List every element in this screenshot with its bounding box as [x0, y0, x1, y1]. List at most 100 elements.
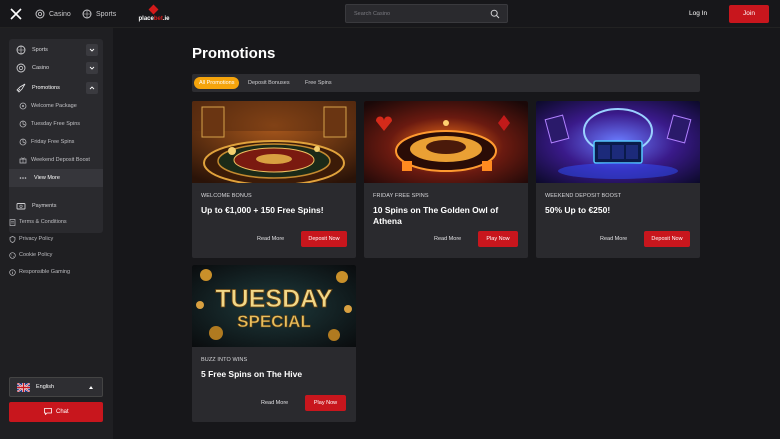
language-label: English: [36, 384, 55, 390]
promo-tag: FRIDAY FREE SPINS: [373, 193, 429, 199]
chat-bubble-icon: [44, 408, 52, 415]
promo-image-tuesday-special[interactable]: TUESDAY SPECIAL: [192, 265, 356, 347]
filter-deposit-bonuses[interactable]: Deposit Bonuses: [243, 77, 295, 89]
play-now-button[interactable]: Play Now: [478, 231, 518, 247]
promo-image-roulette[interactable]: [192, 101, 356, 183]
sidebar-item-payments[interactable]: Payments: [9, 197, 103, 215]
info-shield-icon: [9, 269, 16, 276]
read-more-link[interactable]: Read More: [257, 236, 284, 242]
spin-icon: [19, 138, 27, 146]
link-label: Responsible Gaming: [19, 269, 71, 275]
sidebar-sub-welcome-package[interactable]: Welcome Package: [9, 97, 103, 115]
sidebar-sub-label: Tuesday Free Spins: [31, 121, 81, 127]
top-nav-casino-label: Casino: [49, 10, 71, 18]
promo-tag: WELCOME BONUS: [201, 193, 252, 199]
sidebar-item-label: Casino: [32, 65, 50, 71]
filter-all-promotions[interactable]: All Promotions: [194, 77, 240, 89]
tuesday-image-text: TUESDAY: [215, 285, 332, 313]
sidebar-item-casino[interactable]: Casino: [9, 59, 103, 77]
promo-image-neon-slots[interactable]: [536, 101, 700, 183]
sidebar-sub-label: Friday Free Spins: [31, 139, 75, 145]
logo-diamond-icon: [148, 4, 159, 15]
chevron-down-icon[interactable]: [86, 62, 98, 74]
sidebar-item-promotions[interactable]: Promotions: [9, 79, 103, 97]
chevron-up-icon[interactable]: [86, 82, 98, 94]
language-selector[interactable]: English: [9, 377, 103, 397]
logo-wordmark: placebet.ie: [134, 16, 174, 22]
logo-part-bet: bet: [153, 16, 163, 22]
link-terms[interactable]: Terms & Conditions: [9, 218, 109, 230]
gift-gear-icon: [19, 102, 27, 110]
promo-tag: WEEKEND DEPOSIT BOOST: [545, 193, 622, 199]
promo-title: Up to €1,000 + 150 Free Spins!: [201, 205, 324, 215]
sidebar-item-label: Payments: [32, 203, 57, 209]
cookie-icon: [9, 252, 16, 259]
special-image-text: SPECIAL: [237, 312, 311, 331]
close-icon[interactable]: [9, 7, 23, 21]
promo-card-tuesday: TUESDAY SPECIAL BUZZ INTO WINS 5 Free Sp…: [192, 265, 356, 422]
document-icon: [9, 219, 16, 226]
logo-part-place: place: [138, 16, 154, 22]
gift-icon: [19, 157, 27, 164]
link-label: Terms & Conditions: [19, 219, 67, 225]
promo-card-weekend: WEEKEND DEPOSIT BOOST 50% Up to €250! Re…: [536, 101, 700, 258]
filter-free-spins[interactable]: Free Spins: [300, 77, 337, 89]
page-title: Promotions: [192, 45, 276, 62]
link-privacy[interactable]: Privacy Policy: [9, 235, 109, 247]
login-button[interactable]: Log In: [689, 10, 707, 17]
promo-title: 5 Free Spins on The Hive: [201, 369, 303, 379]
promo-title: 10 Spins on The Golden Owl of Athena: [373, 205, 499, 226]
play-now-button[interactable]: Play Now: [305, 395, 346, 411]
deposit-now-button[interactable]: Deposit Now: [644, 231, 690, 247]
promo-image-roulette-neon[interactable]: [364, 101, 528, 183]
sidebar-menu: Sports Casino Promotions Welcome Package…: [9, 39, 103, 233]
rocket-icon: [16, 83, 26, 93]
chat-label: Chat: [56, 409, 69, 415]
sidebar-item-label: Promotions: [32, 85, 60, 91]
sidebar-item-label: Sports: [32, 47, 48, 53]
sports-ball-icon: [16, 45, 26, 55]
chat-button[interactable]: Chat: [9, 402, 103, 422]
sidebar-item-sports[interactable]: Sports: [9, 41, 103, 59]
more-dots-icon: [19, 177, 27, 179]
link-responsible-gaming[interactable]: Responsible Gaming: [9, 268, 109, 280]
uk-flag-icon: [17, 383, 30, 392]
promo-tag: BUZZ INTO WINS: [201, 357, 248, 363]
join-button[interactable]: Join: [729, 5, 769, 23]
sidebar-sub-tuesday-free-spins[interactable]: Tuesday Free Spins: [9, 115, 103, 133]
top-nav-sports[interactable]: Sports: [82, 9, 116, 19]
promo-card-welcome: WELCOME BONUS Up to €1,000 + 150 Free Sp…: [192, 101, 356, 258]
read-more-link[interactable]: Read More: [261, 400, 288, 406]
casino-chip-icon: [16, 63, 26, 73]
sports-ball-icon: [82, 9, 92, 19]
sidebar-sub-weekend-deposit-boost[interactable]: Weekend Deposit Boost: [9, 151, 103, 169]
spin-icon: [19, 120, 27, 128]
search-placeholder: Search Casino: [354, 11, 391, 17]
chevron-down-icon[interactable]: [86, 44, 98, 56]
sidebar-sub-label: Weekend Deposit Boost: [31, 157, 90, 163]
sidebar-sub-label: Welcome Package: [31, 103, 77, 109]
search-icon[interactable]: [490, 9, 500, 19]
top-nav-casino[interactable]: Casino: [35, 9, 71, 19]
sidebar: Sports Casino Promotions Welcome Package…: [0, 28, 113, 439]
top-nav-sports-label: Sports: [96, 10, 117, 18]
caret-up-icon: [89, 386, 93, 389]
placebet-logo[interactable]: placebet.ie: [134, 4, 174, 24]
wallet-icon: [16, 203, 26, 210]
sidebar-sub-friday-free-spins[interactable]: Friday Free Spins: [9, 133, 103, 151]
sidebar-view-more[interactable]: View More: [9, 169, 103, 187]
top-bar: Casino Sports placebet.ie Search Casino …: [0, 0, 780, 28]
logo-part-ie: .ie: [162, 16, 170, 22]
read-more-link[interactable]: Read More: [434, 236, 461, 242]
link-cookie[interactable]: Cookie Policy: [9, 251, 109, 263]
promo-card-friday: FRIDAY FREE SPINS 10 Spins on The Golden…: [364, 101, 528, 258]
link-label: Privacy Policy: [19, 236, 54, 242]
search-input[interactable]: Search Casino: [345, 4, 508, 23]
read-more-link[interactable]: Read More: [600, 236, 627, 242]
link-label: Cookie Policy: [19, 252, 53, 258]
casino-chip-icon: [35, 9, 45, 19]
sidebar-view-more-label: View More: [34, 175, 60, 181]
promo-filter-bar: All Promotions Deposit Bonuses Free Spin…: [192, 74, 700, 92]
promo-title: 50% Up to €250!: [545, 205, 611, 215]
deposit-now-button[interactable]: Deposit Now: [301, 231, 347, 247]
